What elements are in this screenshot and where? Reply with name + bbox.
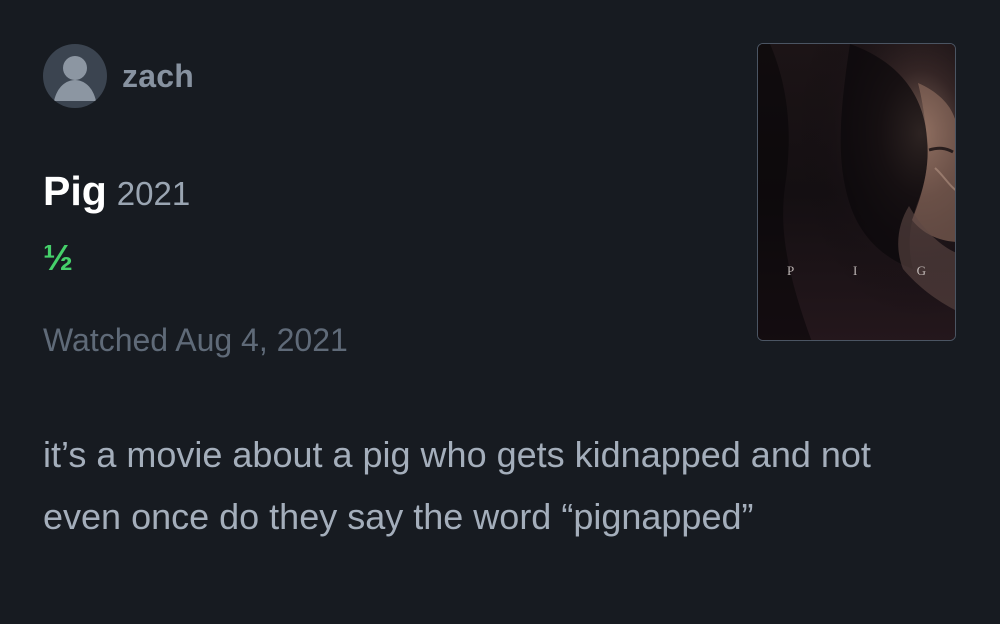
review-author[interactable]: zach	[43, 44, 194, 108]
username[interactable]: zach	[122, 58, 194, 95]
user-avatar-icon[interactable]	[43, 44, 107, 108]
film-title[interactable]: Pig	[43, 168, 107, 215]
film-year[interactable]: 2021	[117, 175, 190, 213]
watched-date: Watched Aug 4, 2021	[43, 322, 348, 358]
review-card: zach Pig 2021 ½ Watched Aug 4, 2021 it’s…	[0, 0, 1000, 624]
half-star-rating: ½	[43, 237, 74, 278]
review-body: it’s a movie about a pig who gets kidnap…	[43, 434, 871, 537]
film-poster[interactable]: P I G	[757, 43, 956, 341]
poster-title: P I G	[787, 263, 954, 278]
film-heading: Pig 2021	[43, 168, 190, 215]
